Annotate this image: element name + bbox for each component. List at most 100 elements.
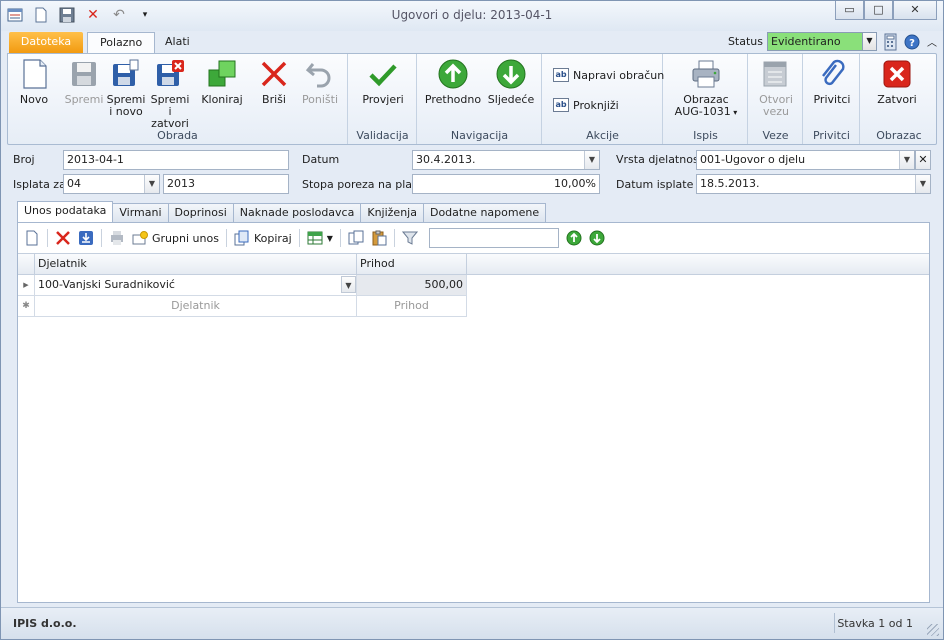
group-privitci-label: Privitci: [812, 129, 850, 142]
otvori-vezu-label-line2: vezu: [762, 105, 790, 118]
spremi-i-novo-button[interactable]: Spremi i novo: [106, 58, 146, 118]
chevron-down-icon[interactable]: ▼: [899, 151, 914, 169]
duplicate-icon: [348, 230, 364, 245]
copy-icon: [234, 230, 249, 246]
chevron-down-icon[interactable]: ▼: [584, 151, 599, 169]
resize-grip-icon[interactable]: [927, 624, 939, 636]
vrsta-djelatnosti-select[interactable]: 001-Ugovor o djelu ▼: [696, 150, 915, 170]
privitci-button[interactable]: Privitci: [810, 58, 854, 106]
excel-icon: [307, 231, 323, 245]
provjeri-button[interactable]: Provjeri: [361, 58, 405, 106]
new-row-prihod[interactable]: Prihod: [357, 296, 467, 317]
otvori-vezu-button[interactable]: Otvori vezu: [754, 58, 798, 118]
calculator-icon[interactable]: [881, 33, 899, 51]
grupni-unos-button[interactable]: Grupni unos: [132, 227, 219, 249]
search-input[interactable]: [428, 228, 559, 248]
tab-naknade-poslodavca[interactable]: Naknade poslodavca: [233, 203, 362, 223]
prethodno-button[interactable]: Prethodno: [424, 58, 482, 106]
close-red-icon: [883, 60, 911, 88]
tab-virmani[interactable]: Virmani: [113, 203, 169, 223]
spremi-button[interactable]: Spremi: [64, 58, 104, 106]
group-akcije-label: Akcije: [586, 129, 619, 142]
group-entry-icon: [132, 231, 148, 245]
new-row-djelatnik[interactable]: Djelatnik: [35, 296, 357, 317]
isplata-year-input[interactable]: 2013: [163, 174, 289, 194]
status-area: Status Evidentirano ▼ ? ︿: [728, 32, 939, 51]
maximize-button[interactable]: □: [864, 1, 893, 20]
ribbon: Novo Spremi Spremi i novo Spremi i zatvo…: [7, 53, 937, 145]
clear-vrsta-button[interactable]: ✕: [915, 150, 931, 170]
kopiraj-button[interactable]: Kopiraj: [234, 227, 292, 249]
kloniraj-label: Kloniraj: [201, 93, 243, 106]
save-close-icon: [157, 60, 184, 86]
tab-knjizenja[interactable]: Knjiženja: [361, 203, 424, 223]
isplata-month-select[interactable]: 04 ▼: [63, 174, 160, 194]
tab-unos-podataka[interactable]: Unos podataka: [17, 201, 114, 223]
tab-datoteka[interactable]: Datoteka: [9, 32, 83, 53]
brisi-button[interactable]: Briši: [256, 58, 292, 106]
table-row-cell-prihod[interactable]: 500,00: [357, 275, 467, 296]
delete-row-button[interactable]: [55, 227, 71, 249]
close-window-button[interactable]: ✕: [893, 1, 937, 20]
brisi-label: Briši: [262, 93, 286, 106]
status-divider: [834, 613, 835, 633]
spremi-label: Spremi: [64, 93, 104, 106]
column-header-filler: [467, 254, 929, 275]
spremi-i-zatvori-button[interactable]: Spremi i zatvori: [148, 58, 192, 130]
datum-label: Datum: [302, 153, 340, 166]
column-header-djelatnik[interactable]: Djelatnik: [35, 254, 357, 275]
novo-label: Novo: [19, 93, 49, 106]
tab-doprinosi[interactable]: Doprinosi: [168, 203, 234, 223]
add-row-button[interactable]: [24, 227, 40, 249]
zatvori-button[interactable]: Zatvori: [871, 58, 923, 106]
sljedece-button[interactable]: Sljedeće: [486, 58, 536, 106]
filter-button[interactable]: [401, 227, 418, 249]
save-row-button[interactable]: [78, 227, 94, 249]
chevron-down-icon[interactable]: ▼: [915, 175, 930, 193]
toolbar-separator: [298, 229, 300, 247]
ponisti-button[interactable]: Poništi: [300, 58, 340, 106]
print-grid-button[interactable]: [109, 227, 125, 249]
status-bar: IPIS d.o.o. Stavka 1 od 1: [1, 607, 943, 639]
column-header-prihod[interactable]: Prihod: [357, 254, 467, 275]
datum-isplate-input[interactable]: 18.5.2013. ▼: [696, 174, 931, 194]
search-next-button[interactable]: [589, 227, 605, 249]
paperclip-icon: [822, 59, 845, 86]
datum-input[interactable]: 30.4.2013. ▼: [412, 150, 600, 170]
minimize-button[interactable]: ▭: [835, 1, 864, 20]
status-select[interactable]: Evidentirano ▼: [767, 32, 877, 51]
napravi-obracun-button[interactable]: ab Napravi obračun: [553, 68, 664, 82]
printer-icon: [692, 60, 720, 88]
collapse-ribbon-icon[interactable]: ︿: [925, 34, 939, 49]
row-indicator-icon[interactable]: ▶: [18, 275, 35, 296]
tab-dodatne-napomene[interactable]: Dodatne napomene: [423, 203, 547, 223]
chevron-down-icon[interactable]: ▼: [327, 234, 333, 243]
tab-alati[interactable]: Alati: [153, 32, 202, 53]
novo-button[interactable]: Novo: [16, 58, 52, 106]
export-excel-button[interactable]: ▼: [307, 227, 333, 249]
help-icon[interactable]: ?: [903, 33, 921, 51]
chevron-down-icon: ▾: [730, 108, 738, 117]
tab-polazno[interactable]: Polazno: [87, 32, 156, 53]
vrsta-djelatnosti-label: Vrsta djelatnosti: [616, 153, 707, 166]
broj-input[interactable]: 2013-04-1: [63, 150, 289, 170]
toolbar-separator: [339, 229, 341, 247]
toolbar-separator: [393, 229, 395, 247]
grupni-unos-label: Grupni unos: [152, 231, 219, 245]
napravi-obracun-label: Napravi obračun: [573, 68, 665, 82]
tab-panel-unos-podataka: Grupni unos Kopiraj ▼ Djelatnik Prihod ▶…: [17, 222, 930, 603]
chevron-down-icon[interactable]: ▼: [341, 276, 356, 293]
chevron-down-icon[interactable]: ▼: [144, 175, 159, 193]
paste-button[interactable]: [371, 227, 387, 249]
proknjizi-button[interactable]: ab Proknjiži: [553, 98, 619, 112]
copy-rows-button[interactable]: [348, 227, 364, 249]
group-veze: Otvori vezu Veze: [749, 54, 803, 144]
stopa-poreza-input[interactable]: 10,00%: [412, 174, 600, 194]
obrazac-aug-button[interactable]: Obrazac AUG-1031 ▾: [670, 58, 742, 119]
table-row-cell-djelatnik[interactable]: 100-Vanjski Suradniković ▼: [35, 275, 357, 296]
chevron-down-icon[interactable]: ▼: [862, 33, 876, 50]
print-disabled-icon: [111, 231, 123, 245]
kloniraj-button[interactable]: Kloniraj: [200, 58, 244, 106]
search-previous-button[interactable]: [566, 227, 582, 249]
record-counter: Stavka 1 od 1: [837, 617, 913, 630]
